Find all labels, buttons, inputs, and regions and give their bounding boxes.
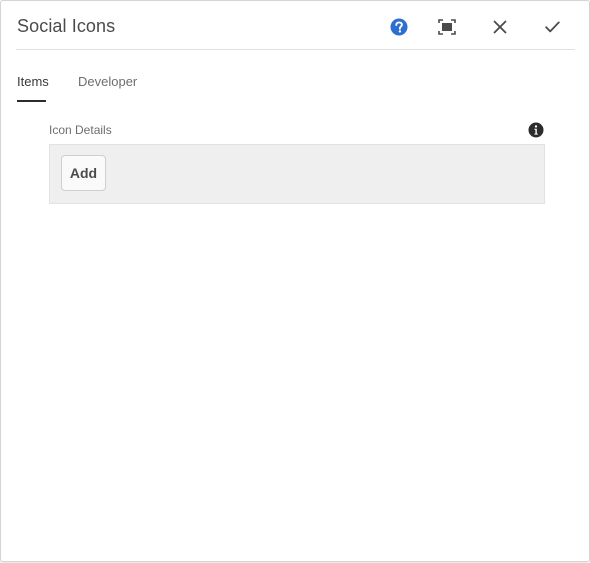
checkmark-icon	[544, 21, 560, 33]
info-button[interactable]	[528, 122, 544, 138]
help-icon	[390, 18, 408, 36]
active-tab-indicator	[17, 100, 46, 102]
done-button[interactable]	[539, 14, 565, 40]
tab-developer[interactable]: Developer	[78, 74, 137, 89]
icon-details-multifield: Add	[49, 144, 545, 204]
info-icon	[528, 122, 544, 138]
add-button[interactable]: Add	[61, 155, 106, 191]
fullscreen-button[interactable]	[434, 14, 460, 40]
close-icon	[493, 20, 507, 34]
dialog: Social Icons Items Developer Icon Detail…	[0, 0, 590, 562]
close-button[interactable]	[487, 14, 513, 40]
fullscreen-icon	[438, 19, 456, 35]
tab-items[interactable]: Items	[17, 74, 49, 89]
icon-details-label: Icon Details	[49, 123, 112, 137]
dialog-title: Social Icons	[17, 16, 116, 36]
help-button[interactable]	[386, 14, 412, 40]
dialog-header: Social Icons	[16, 1, 575, 50]
